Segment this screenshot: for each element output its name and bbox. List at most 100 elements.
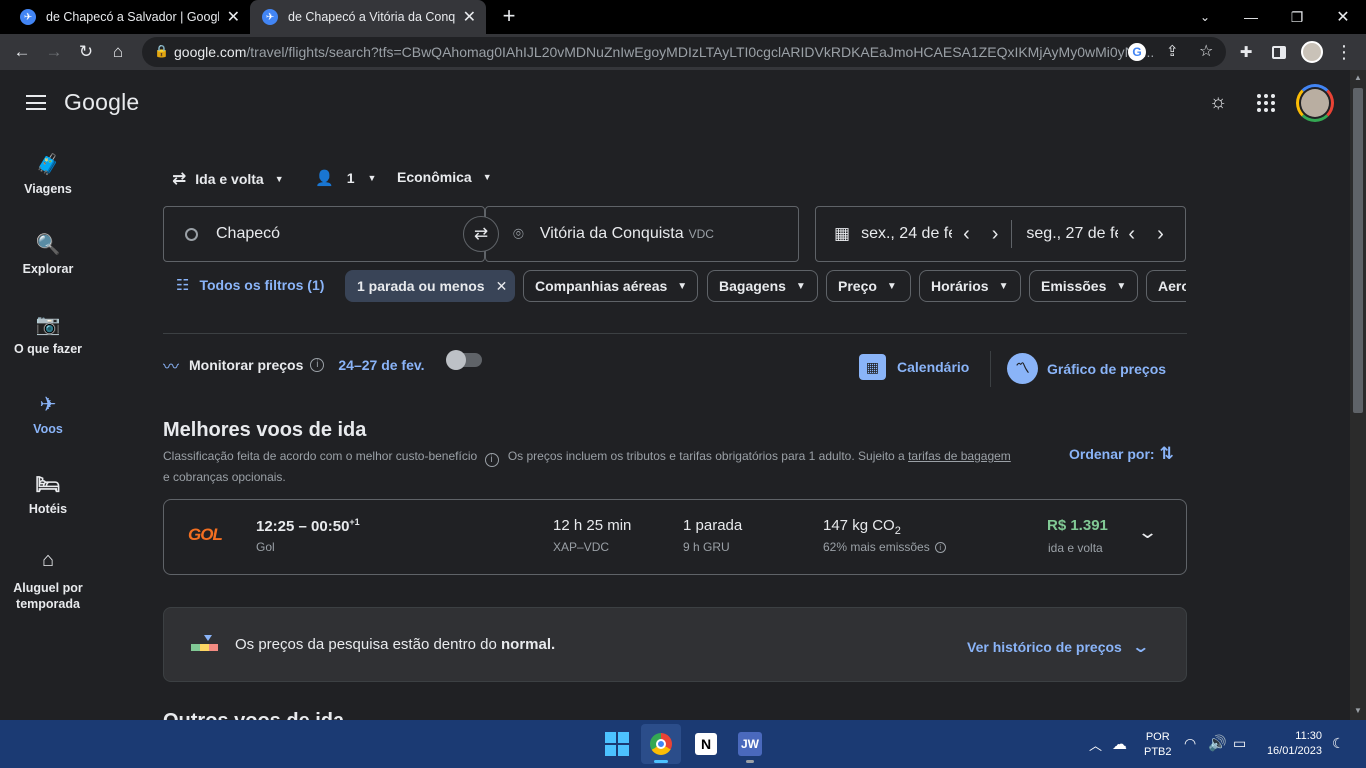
baggage-fees-link[interactable]: tarifas de bagagem <box>908 449 1011 463</box>
volume-icon[interactable]: 🔊 <box>1208 734 1227 752</box>
caret-down-icon: ▼ <box>998 280 1009 292</box>
profile-avatar[interactable] <box>1298 38 1326 66</box>
wifi-icon[interactable]: ◠ <box>1184 735 1196 752</box>
tab-search-chevron-icon[interactable]: ⌄ <box>1182 0 1228 34</box>
side-panel-icon[interactable] <box>1265 38 1293 66</box>
tray-chevron-up-icon[interactable]: ︿ <box>1089 735 1102 754</box>
chip-label: Preço <box>838 278 877 294</box>
google-apps-grid-icon[interactable] <box>1257 94 1275 112</box>
focus-moon-icon[interactable]: ☾ <box>1332 735 1345 752</box>
airlines-filter-chip[interactable]: Companhias aéreas ▼ <box>523 270 698 302</box>
price-filter-chip[interactable]: Preço ▼ <box>826 270 911 302</box>
sidebar-item-hoteis[interactable]: 🛏 Hotéis <box>0 472 96 516</box>
location-pin-icon: ⌾ <box>513 223 524 244</box>
chevron-down-icon: ⌄ <box>1131 639 1150 656</box>
new-tab-plus-icon[interactable]: + <box>498 5 520 29</box>
chip-label: Horários <box>931 278 989 294</box>
price-level-icon <box>191 635 218 655</box>
info-icon[interactable]: i <box>934 541 946 553</box>
back-arrow-icon[interactable]: ← <box>8 38 36 66</box>
price-history-link[interactable]: Ver histórico de preços ⌄ <box>967 637 1150 657</box>
forward-arrow-icon[interactable]: → <box>40 38 68 66</box>
flight-emissions: 147 kg CO2 <box>823 517 901 537</box>
onedrive-cloud-icon[interactable]: ☁ <box>1112 735 1127 753</box>
emissions-filter-chip[interactable]: Emissões ▼ <box>1029 270 1138 302</box>
passengers-select[interactable]: 👤 1 ▼ <box>315 169 376 187</box>
extensions-puzzle-icon[interactable]: ✚ <box>1232 38 1260 66</box>
window-close-icon[interactable]: ✕ <box>1320 0 1366 34</box>
scrollbar-thumb[interactable] <box>1353 88 1363 413</box>
menu-kebab-icon[interactable]: ⋮ <box>1330 38 1358 66</box>
scroll-up-arrow-icon[interactable]: ▲ <box>1354 73 1362 82</box>
browser-tab-strip: ✈ de Chapecó a Salvador | Google ✕ ✈ de … <box>0 0 1366 34</box>
minimize-icon[interactable]: — <box>1228 0 1274 34</box>
close-icon[interactable]: ✕ <box>463 7 476 27</box>
trip-type-select[interactable]: ⇄ Ida e volta ▼ <box>172 169 284 189</box>
sidebar-item-aluguel[interactable]: ⌂ Aluguel por temporada <box>0 550 96 612</box>
account-avatar[interactable] <box>1296 84 1334 122</box>
address-bar[interactable]: 🔒 google.com/travel/flights/search?tfs=C… <box>142 37 1226 67</box>
google-g-icon[interactable]: G <box>1128 43 1146 61</box>
price-graph-button[interactable]: 〽 Gráfico de preços <box>1007 353 1166 384</box>
next-section-title: Outros voos de ida <box>163 710 344 720</box>
browser-tab-salvador[interactable]: ✈ de Chapecó a Salvador | Google ✕ <box>8 0 250 34</box>
calendar-view-button[interactable]: ▦ Calendário <box>859 354 969 380</box>
depart-date-input[interactable]: sex., 24 de fe <box>861 225 952 243</box>
chrome-taskbar-button[interactable] <box>641 724 681 764</box>
passengers-value: 1 <box>346 170 355 186</box>
stops-filter-chip[interactable]: 1 parada ou menos ✕ <box>345 270 515 302</box>
caret-down-icon: ▼ <box>482 172 492 182</box>
bookmark-star-icon[interactable]: ☆ <box>1199 41 1213 61</box>
browser-tab-vitoria[interactable]: ✈ de Chapecó a Vitória da Conquist ✕ <box>250 0 486 34</box>
theme-sun-icon[interactable]: ☼ <box>1209 91 1227 114</box>
origin-field[interactable]: Chapecó <box>163 206 485 262</box>
share-icon[interactable]: ⇪ <box>1166 42 1179 60</box>
reload-icon[interactable]: ↻ <box>72 38 100 66</box>
notion-icon[interactable]: N <box>695 733 717 755</box>
sidebar-item-label: O que fazer <box>13 342 83 356</box>
return-date-input[interactable]: seg., 27 de fe <box>1026 225 1118 243</box>
scroll-down-arrow-icon[interactable]: ▼ <box>1354 706 1362 715</box>
expand-chevron-down-icon[interactable]: ⌄ <box>1137 522 1158 543</box>
cabin-class-select[interactable]: Econômica ▼ <box>397 169 492 185</box>
flight-result-card[interactable]: GOL 12:25 – 00:50+1 Gol 12 h 25 min XAP–… <box>163 499 1187 575</box>
close-icon[interactable]: ✕ <box>227 7 240 27</box>
chip-label: Bagagens <box>719 278 786 294</box>
clock[interactable]: 11:30 16/01/2023 <box>1262 729 1322 759</box>
google-logo[interactable]: Google <box>64 89 139 116</box>
airports-filter-chip[interactable]: Aero <box>1146 270 1186 302</box>
jw-icon[interactable]: JW <box>738 732 762 756</box>
sidebar-item-viagens[interactable]: 🧳 Viagens <box>0 152 96 196</box>
clock-date: 16/01/2023 <box>1266 745 1322 757</box>
swap-origin-destination-icon[interactable]: ⇄ <box>463 216 499 252</box>
chevron-right-icon[interactable]: › <box>1157 223 1164 246</box>
battery-icon[interactable]: ▭ <box>1233 735 1246 752</box>
url-path: /travel/flights/search?tfs=CBwQAhomag0IA… <box>246 44 1155 60</box>
info-icon[interactable]: i <box>310 358 325 372</box>
sidebar-item-voos[interactable]: ✈ Voos <box>0 392 96 436</box>
trip-type-value: Ida e volta <box>195 171 264 187</box>
date-divider <box>1011 220 1013 248</box>
times-filter-chip[interactable]: Horários ▼ <box>919 270 1021 302</box>
restore-icon[interactable]: ❐ <box>1274 0 1320 34</box>
sidebar-item-explorar[interactable]: 🔍 Explorar <box>0 232 96 276</box>
chevron-left-icon[interactable]: ‹ <box>1128 223 1135 246</box>
close-icon[interactable]: ✕ <box>496 278 508 295</box>
windows-taskbar: N JW ︿ ☁ POR PTB2 ◠ 🔊 ▭ 11:30 16/01/2023… <box>0 720 1366 768</box>
main-menu-icon[interactable] <box>26 95 46 110</box>
info-icon[interactable]: i <box>484 453 499 467</box>
destination-field[interactable]: ⌾ Vitória da Conquista VDC <box>485 206 799 262</box>
page-scrollbar[interactable]: ▲ ▼ <box>1350 70 1366 720</box>
language-indicator[interactable]: POR PTB2 <box>1144 730 1172 760</box>
chevron-left-icon[interactable]: ‹ <box>963 223 970 246</box>
sort-button[interactable]: Ordenar por: ⇅ <box>1069 444 1174 464</box>
bags-filter-chip[interactable]: Bagagens ▼ <box>707 270 818 302</box>
price-tracking-toggle[interactable] <box>446 350 482 370</box>
home-icon[interactable]: ⌂ <box>104 38 132 66</box>
all-filters-button[interactable]: ☷ Todos os filtros (1) <box>176 276 324 294</box>
windows-start-icon[interactable] <box>605 732 629 756</box>
chrome-icon <box>650 733 672 755</box>
sidebar-item-o-que-fazer[interactable]: 📷 O que fazer <box>0 312 96 356</box>
lock-icon[interactable]: 🔒 <box>154 44 169 58</box>
chevron-right-icon[interactable]: › <box>992 223 999 246</box>
